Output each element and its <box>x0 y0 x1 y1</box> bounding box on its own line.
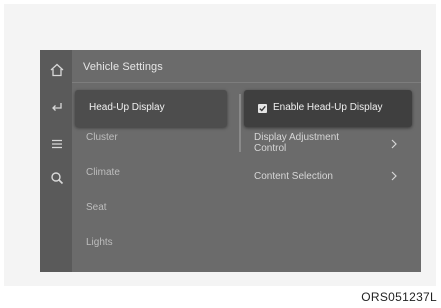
option-label: Display Adjustment Control <box>254 132 340 154</box>
menu-item-seat[interactable]: Seat <box>72 194 240 222</box>
menu-item-lights[interactable]: Lights <box>72 229 240 257</box>
checkbox-checked-icon[interactable] <box>258 104 267 113</box>
figure-reference-code: ORS051237L <box>361 290 437 304</box>
chevron-right-icon <box>390 138 398 150</box>
search-icon[interactable] <box>49 170 65 186</box>
panel-divider <box>239 94 241 152</box>
content-selection-option[interactable]: Content Selection <box>244 170 412 200</box>
icon-sidebar <box>40 50 72 272</box>
page-title: Vehicle Settings <box>83 61 163 73</box>
menu-item-cluster[interactable]: Cluster <box>72 124 240 152</box>
option-label: Enable Head-Up Display <box>273 102 383 113</box>
infotainment-screen: Vehicle Settings Head-Up Display Cluster… <box>40 50 421 272</box>
figure-frame: Vehicle Settings Head-Up Display Cluster… <box>4 4 436 286</box>
chevron-right-icon <box>390 170 398 182</box>
home-icon[interactable] <box>49 62 65 78</box>
enable-head-up-display-option[interactable]: Enable Head-Up Display <box>244 90 412 127</box>
menu-icon[interactable] <box>49 136 65 152</box>
back-icon[interactable] <box>49 99 65 115</box>
display-adjustment-control-option[interactable]: Display Adjustment Control <box>244 132 412 162</box>
title-divider <box>72 82 421 83</box>
menu-item-head-up-display[interactable]: Head-Up Display <box>75 90 227 127</box>
option-label: Content Selection <box>254 171 333 182</box>
menu-item-climate[interactable]: Climate <box>72 159 240 187</box>
